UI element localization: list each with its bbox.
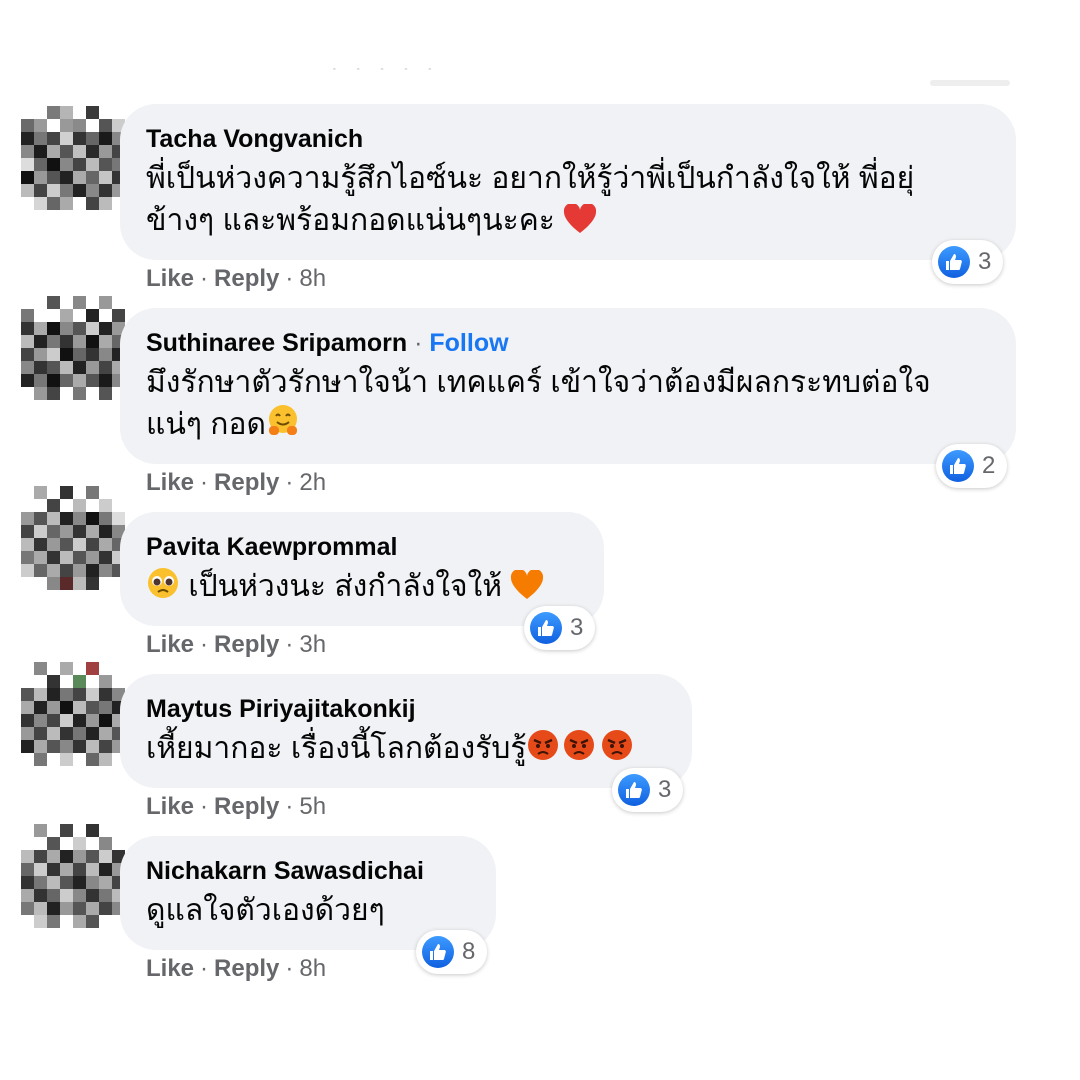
- comment-actions: Like · Reply · 5h: [146, 793, 327, 820]
- comment-time[interactable]: 8h: [299, 955, 326, 982]
- comment-time[interactable]: 3h: [299, 631, 326, 658]
- like-icon: [530, 612, 562, 644]
- comment-actions: Like · Reply · 8h: [146, 265, 327, 292]
- pleading-face-emoji: [148, 568, 178, 598]
- comment-text: เหี้ยมากอะ เรื่องนี้โลกต้องรับรู้: [146, 732, 527, 765]
- reaction-count: 8: [462, 938, 476, 965]
- like-link[interactable]: Like: [146, 469, 194, 496]
- comment-author[interactable]: Nichakarn Sawasdichai: [146, 856, 472, 886]
- reaction-summary[interactable]: 3: [932, 240, 1004, 284]
- comment-time[interactable]: 2h: [299, 469, 326, 496]
- reaction-summary[interactable]: 3: [524, 606, 596, 650]
- like-icon: [942, 450, 974, 482]
- comment-author[interactable]: Pavita Kaewprommal: [146, 532, 580, 562]
- avatar[interactable]: [21, 824, 125, 928]
- like-icon: [938, 246, 970, 278]
- like-icon: [422, 936, 454, 968]
- like-link[interactable]: Like: [146, 265, 194, 292]
- reaction-count: 2: [982, 452, 996, 479]
- comment-text: พี่เป็นห่วงความรู้สึกไอซ์นะ อยากให้รู้ว่…: [146, 162, 915, 237]
- reply-link[interactable]: Reply: [214, 469, 279, 496]
- angry-face-emoji: [602, 730, 633, 760]
- reply-link[interactable]: Reply: [214, 265, 279, 292]
- angry-face-emoji: [564, 730, 595, 760]
- hugging-face-emoji: [268, 405, 297, 435]
- avatar[interactable]: [21, 486, 125, 590]
- comment-author[interactable]: Maytus Piriyajitakonkij: [146, 694, 668, 724]
- avatar[interactable]: [21, 296, 125, 400]
- comment-time[interactable]: 8h: [299, 265, 326, 292]
- comment-bubble: Pavita Kaewprommal เป็นห่วงนะ ส่งกำลังใจ…: [120, 512, 604, 626]
- comment-author[interactable]: Suthinaree Sripamorn: [146, 329, 407, 357]
- reaction-summary[interactable]: 3: [612, 768, 684, 812]
- comment-bubble: Maytus Piriyajitakonkij เหี้ยมากอะ เรื่อ…: [120, 674, 692, 788]
- reaction-summary[interactable]: 8: [416, 930, 488, 974]
- reply-link[interactable]: Reply: [214, 631, 279, 658]
- avatar[interactable]: [21, 662, 125, 766]
- comment-text: เป็นห่วงนะ ส่งกำลังใจให้: [188, 570, 503, 603]
- previous-comment-fragment: · · · · ·: [120, 0, 1020, 88]
- reaction-summary[interactable]: 2: [936, 444, 1008, 488]
- reply-link[interactable]: Reply: [214, 793, 279, 820]
- angry-face-emoji: [528, 730, 559, 760]
- reply-link[interactable]: Reply: [214, 955, 279, 982]
- avatar[interactable]: [21, 106, 125, 210]
- comment-time[interactable]: 5h: [299, 793, 326, 820]
- comment-bubble: Tacha Vongvanich พี่เป็นห่วงความรู้สึกไอ…: [120, 104, 1016, 260]
- follow-button[interactable]: Follow: [429, 329, 508, 357]
- like-link[interactable]: Like: [146, 631, 194, 658]
- reaction-count: 3: [570, 614, 584, 641]
- like-link[interactable]: Like: [146, 955, 194, 982]
- comment-actions: Like · Reply · 3h: [146, 631, 327, 658]
- reaction-count: 3: [658, 776, 672, 803]
- like-icon: [618, 774, 650, 806]
- comment-text: มึงรักษาตัวรักษาใจน้า เทคแคร์ เข้าใจว่าต…: [146, 366, 931, 441]
- comment-actions: Like · Reply · 8h: [146, 955, 327, 982]
- orange-heart-emoji: [511, 570, 544, 599]
- comment-bubble: Suthinaree Sripamorn · Follow มึงรักษาตั…: [120, 308, 1016, 464]
- red-heart-emoji: [564, 204, 597, 233]
- comment-text: ดูแลใจตัวเองด้วยๆ: [146, 894, 385, 927]
- comment-actions: Like · Reply · 2h: [146, 469, 327, 496]
- reaction-count: 3: [978, 248, 992, 275]
- like-link[interactable]: Like: [146, 793, 194, 820]
- comment-author[interactable]: Tacha Vongvanich: [146, 124, 992, 154]
